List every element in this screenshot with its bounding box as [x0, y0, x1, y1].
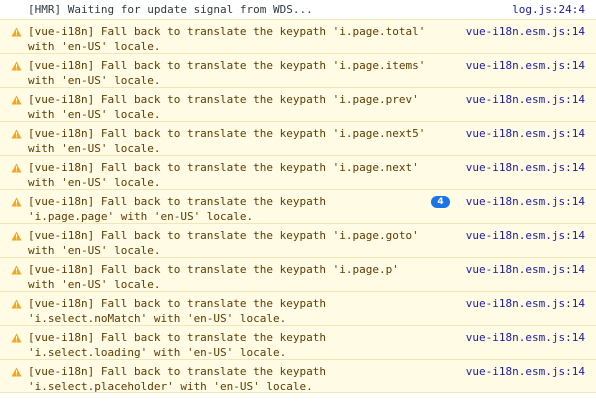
- console-messages: [HMR] Waiting for update signal from WDS…: [0, 0, 596, 401]
- source-link[interactable]: vue-i18n.esm.js:14: [466, 194, 585, 209]
- source-link[interactable]: vue-i18n.esm.js:14: [466, 126, 585, 141]
- console-message-warning[interactable]: [vue-i18n] Fall back to translate the ke…: [0, 19, 596, 53]
- console-message-text: [vue-i18n] Fall back to translate the ke…: [28, 161, 419, 189]
- warning-icon: [11, 163, 22, 173]
- console-message-warning[interactable]: [vue-i18n] Fall back to translate the ke…: [0, 155, 596, 189]
- warning-icon: [11, 299, 22, 309]
- console-message-text: [vue-i18n] Fall back to translate the ke…: [28, 365, 327, 393]
- warning-icon: [11, 231, 22, 241]
- console-message-warning[interactable]: [vue-i18n] Fall back to translate the ke…: [0, 87, 596, 121]
- console-message-text: [vue-i18n] Fall back to translate the ke…: [28, 331, 327, 359]
- warning-icon: [11, 265, 22, 275]
- warning-icon: [11, 61, 22, 71]
- source-link[interactable]: vue-i18n.esm.js:14: [466, 24, 585, 39]
- console-message-warning[interactable]: [vue-i18n] Fall back to translate the ke…: [0, 291, 596, 325]
- warning-icon: [11, 95, 22, 105]
- repeat-count-badge: 4: [431, 196, 450, 208]
- console-message-warning[interactable]: [vue-i18n] Fall back to translate the ke…: [0, 325, 596, 359]
- console-message-warning[interactable]: [vue-i18n] Fall back to translate the ke…: [0, 53, 596, 87]
- source-link[interactable]: vue-i18n.esm.js:14: [466, 92, 585, 107]
- warning-icon: [11, 129, 22, 139]
- console-message-warning[interactable]: [vue-i18n] Fall back to translate the ke…: [0, 223, 596, 257]
- console-message-text: [vue-i18n] Fall back to translate the ke…: [28, 297, 327, 325]
- source-link[interactable]: log.js:24:4: [512, 3, 585, 17]
- source-link[interactable]: vue-i18n.esm.js:14: [466, 330, 585, 345]
- source-link[interactable]: vue-i18n.esm.js:14: [466, 160, 585, 175]
- warning-icon: [11, 197, 22, 207]
- console-message-warning[interactable]: [vue-i18n] Fall back to translate the ke…: [0, 121, 596, 155]
- console-message-text: [vue-i18n] Fall back to translate the ke…: [28, 127, 426, 155]
- warning-icon: [11, 367, 22, 377]
- console-message-text: [vue-i18n] Fall back to translate the ke…: [28, 229, 419, 257]
- console-message-warning[interactable]: [vue-i18n] Fall back to translate the ke…: [0, 189, 596, 223]
- source-link[interactable]: vue-i18n.esm.js:14: [466, 296, 585, 311]
- source-link[interactable]: vue-i18n.esm.js:14: [466, 58, 585, 73]
- console-message-text: [vue-i18n] Fall back to translate the ke…: [28, 195, 327, 223]
- console-message-text: [vue-i18n] Fall back to translate the ke…: [28, 93, 419, 121]
- source-link[interactable]: vue-i18n.esm.js:14: [466, 364, 585, 379]
- console-message-text: [HMR] Waiting for update signal from WDS…: [28, 3, 313, 16]
- console-message-log[interactable]: [HMR] Waiting for update signal from WDS…: [0, 0, 596, 19]
- console-message-warning[interactable]: [vue-i18n] Fall back to translate the ke…: [0, 359, 596, 393]
- source-link[interactable]: vue-i18n.esm.js:14: [466, 228, 585, 243]
- source-link[interactable]: vue-i18n.esm.js:14: [466, 262, 585, 277]
- warning-icon: [11, 27, 22, 37]
- console-message-text: [vue-i18n] Fall back to translate the ke…: [28, 263, 399, 291]
- console-message-warning[interactable]: [vue-i18n] Fall back to translate the ke…: [0, 257, 596, 291]
- console-message-text: [vue-i18n] Fall back to translate the ke…: [28, 25, 426, 53]
- warning-icon: [11, 333, 22, 343]
- console-message-text: [vue-i18n] Fall back to translate the ke…: [28, 59, 426, 87]
